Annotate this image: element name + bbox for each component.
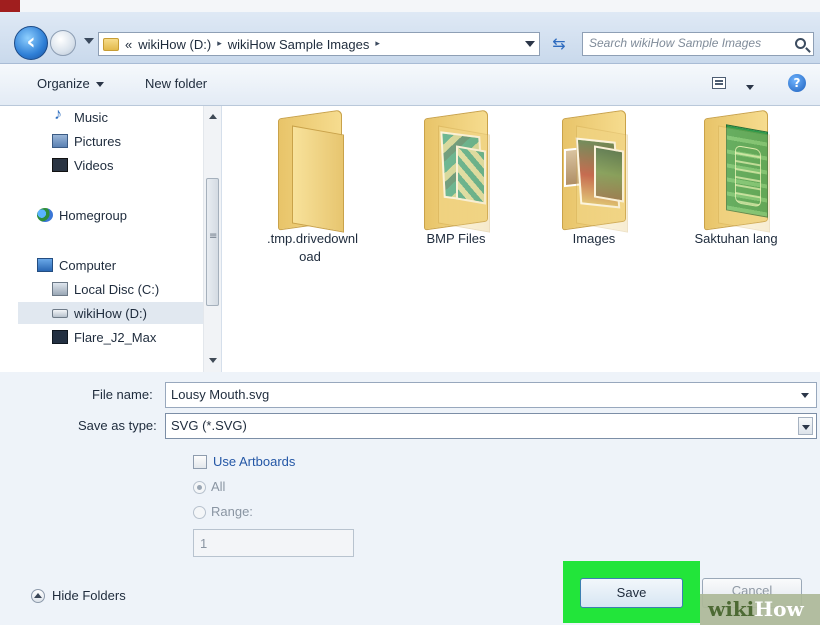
save-button[interactable]: Save (580, 578, 683, 608)
file-name-label: File name: (92, 387, 153, 402)
sidebar-item-label: Computer (59, 257, 117, 273)
sidebar-item-label: Local Disc (C:) (74, 281, 160, 297)
sidebar-item-homegroup[interactable]: Homegroup (37, 204, 127, 226)
sidebar-item-pictures[interactable]: Pictures (52, 130, 121, 152)
watermark-text: How (754, 597, 804, 621)
save-type-value: SVG (*.SVG) (171, 418, 247, 433)
use-artboards-label[interactable]: Use Artboards (213, 454, 295, 469)
folder-name: Saktuhan lang (694, 231, 778, 246)
folder-item[interactable]: .tmp.drivedownl oad (240, 106, 380, 281)
folder-name: BMP Files (426, 231, 486, 246)
range-radio[interactable] (193, 506, 206, 519)
search-box[interactable] (582, 32, 814, 56)
chevron-down-icon[interactable] (801, 393, 809, 398)
sidebar-item-music[interactable]: Music (52, 106, 108, 128)
breadcrumb-separator-icon[interactable]: ▸ (217, 39, 222, 49)
pictures-icon (52, 134, 68, 148)
search-icon[interactable] (795, 38, 806, 49)
folder-name: .tmp.drivedownl oad (267, 231, 359, 264)
breadcrumb-folder[interactable]: wikiHow Sample Images (228, 37, 370, 52)
sidebar-item-label: Videos (74, 157, 114, 173)
folder-name: Images (572, 231, 616, 246)
watermark-text: wiki (708, 597, 755, 621)
save-type-label: Save as type: (78, 418, 157, 433)
organize-button[interactable]: Organize (37, 76, 104, 91)
local-disk-icon (52, 282, 68, 296)
navigation-pane: Music Pictures Videos Homegroup Computer… (0, 106, 222, 372)
sidebar-item-label: Pictures (74, 133, 121, 149)
file-name-input[interactable] (171, 387, 771, 402)
all-radio[interactable] (193, 481, 206, 494)
range-label: Range: (211, 504, 253, 519)
sidebar-item-label: Homegroup (59, 207, 127, 223)
recent-pages-dropdown-icon[interactable] (84, 38, 94, 44)
wikihow-watermark: wikiHow (700, 594, 820, 625)
search-input[interactable] (589, 36, 785, 50)
folder-icon (424, 109, 490, 233)
sidebar-item-label: wikiHow (D:) (74, 305, 147, 321)
address-bar[interactable]: « wikiHow (D:) ▸ wikiHow Sample Images ▸ (98, 32, 540, 56)
save-type-select[interactable]: SVG (*.SVG) (165, 413, 817, 439)
sidebar-item-videos[interactable]: Videos (52, 154, 114, 176)
all-label: All (211, 479, 226, 494)
sidebar-item-label: Flare_J2_Max (74, 329, 157, 345)
new-folder-button[interactable]: New folder (145, 76, 207, 91)
folder-icon (103, 37, 119, 51)
view-dropdown-button[interactable] (740, 80, 754, 95)
folder-icon (278, 109, 344, 233)
chevron-down-icon (746, 85, 754, 90)
chevron-down-icon (95, 82, 104, 88)
file-list: .tmp.drivedownl oad BMP Files Images Sak… (222, 106, 820, 372)
scroll-down-icon[interactable] (209, 358, 217, 363)
organize-label: Organize (37, 76, 90, 91)
breadcrumb-drive[interactable]: wikiHow (D:) (138, 37, 211, 52)
sidebar-item-computer[interactable]: Computer (37, 254, 116, 276)
sidebar-item-wikihow-drive[interactable]: wikiHow (D:) (18, 302, 204, 324)
breadcrumb-overflow[interactable]: « (125, 37, 132, 52)
folder-icon (562, 109, 628, 233)
hide-folders-button[interactable]: Hide Folders (31, 588, 126, 603)
sidebar-scrollbar[interactable] (203, 106, 221, 372)
drive-icon (52, 308, 68, 318)
use-artboards-checkbox[interactable] (193, 455, 207, 469)
folder-item[interactable]: BMP Files (386, 106, 526, 281)
hide-folders-label: Hide Folders (52, 588, 126, 603)
back-button[interactable]: ‹ (14, 26, 48, 60)
range-input[interactable] (200, 536, 340, 551)
folder-icon (704, 109, 770, 233)
window-top-strip (0, 0, 820, 12)
folder-item[interactable]: Saktuhan lang (666, 106, 806, 281)
refresh-icon: ⇆ (552, 34, 566, 53)
address-dropdown-icon[interactable] (525, 41, 535, 47)
homegroup-icon (37, 208, 53, 222)
breadcrumb-separator-icon[interactable]: ▸ (375, 39, 380, 49)
range-field[interactable] (193, 529, 354, 557)
sidebar-item-label: Music (74, 109, 108, 125)
view-options-icon[interactable] (712, 77, 726, 89)
refresh-button[interactable]: ⇆ (544, 32, 574, 56)
music-icon (52, 106, 68, 124)
folder-item[interactable]: Images (524, 106, 664, 281)
scroll-up-icon[interactable] (209, 114, 217, 119)
navigation-bar: ‹ « wikiHow (D:) ▸ wikiHow Sample Images… (0, 12, 820, 64)
videos-icon (52, 158, 68, 172)
forward-button[interactable] (50, 30, 76, 56)
sidebar-item-local-disc[interactable]: Local Disc (C:) (52, 278, 159, 300)
sidebar-item-flare[interactable]: Flare_J2_Max (52, 326, 156, 348)
back-arrow-icon: ‹ (26, 30, 36, 55)
computer-icon (37, 258, 53, 272)
file-name-field[interactable] (165, 382, 817, 408)
chevron-up-icon (31, 588, 45, 603)
help-icon[interactable]: ? (788, 74, 806, 92)
toolbar: Organize New folder ? (0, 64, 820, 106)
scrollbar-thumb[interactable] (206, 178, 219, 306)
flare-drive-icon (52, 330, 68, 344)
chevron-down-icon[interactable] (798, 417, 813, 435)
